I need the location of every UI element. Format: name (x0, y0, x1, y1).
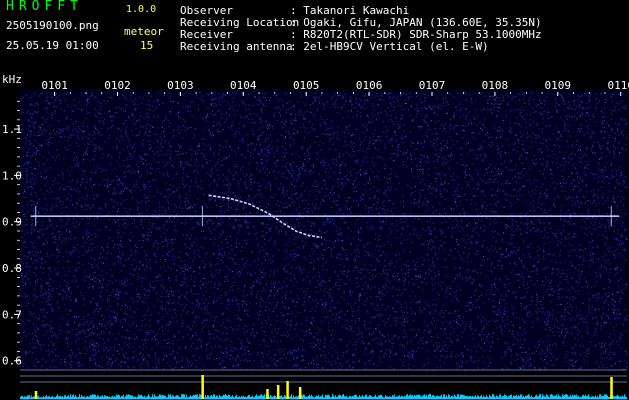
power-peak (610, 377, 613, 399)
x-tick-label: 0102 (104, 79, 131, 92)
y-tick-label: 1.0 (2, 169, 22, 182)
power-bar (20, 394, 627, 399)
y-tick-label: 0.9 (2, 216, 22, 229)
y-tick-label: 0.8 (2, 262, 22, 275)
y-tick-label: 0.6 (2, 355, 22, 368)
spectrogram-plot: 0101 0102 0103 0104 0105 0106 0107 0108 0109 0110… (2, 79, 629, 399)
spectrogram-window: { "header": { "brand": "HROFFT", "versio… (0, 0, 629, 400)
power-peak (266, 389, 269, 399)
power-peak (34, 391, 38, 399)
x-tick-label: 0103 (167, 79, 194, 92)
x-tick-label: 0107 (419, 79, 446, 92)
x-tick-label: 0108 (482, 79, 509, 92)
x-tick-label: 0104 (230, 79, 257, 92)
x-tick-label: 0106 (356, 79, 383, 92)
x-tick-label: 0105 (293, 79, 320, 92)
y-tick-label: 1.1 (2, 123, 22, 136)
plot-background (20, 90, 627, 370)
power-peak (276, 385, 280, 399)
power-peak (201, 375, 204, 399)
y-tick-label: 0.7 (2, 308, 22, 321)
power-peak (298, 387, 302, 399)
x-tick-label: 0109 (545, 79, 572, 92)
x-tick-label: 0110 (607, 79, 629, 92)
x-tick-label: 0101 (41, 79, 68, 92)
power-peak (286, 381, 289, 399)
